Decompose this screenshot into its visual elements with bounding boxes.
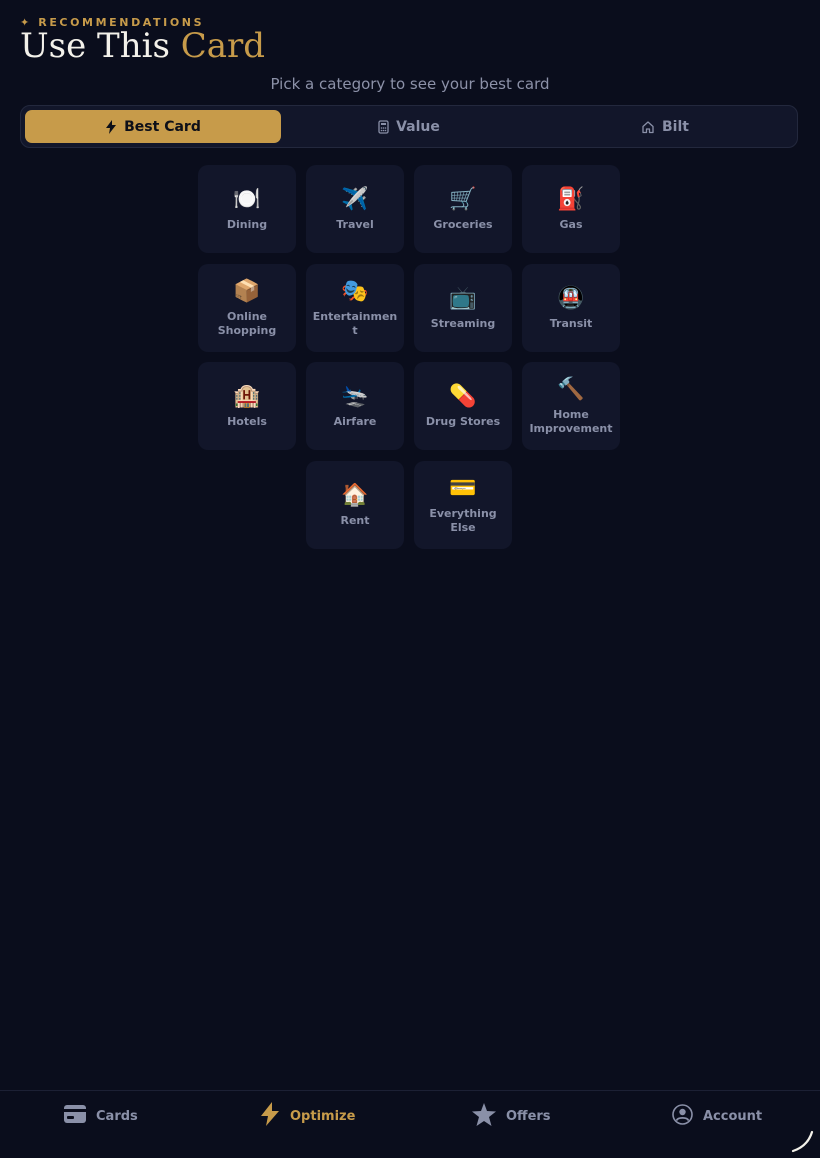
cart-icon: 🛒: [449, 187, 477, 212]
calculator-icon: [378, 119, 389, 134]
category-tile-home-improvement[interactable]: 🔨 Home Improvement: [522, 362, 620, 450]
resize-handle-icon[interactable]: [790, 1128, 816, 1154]
category-label: Rent: [340, 514, 370, 527]
nav-label: Cards: [96, 1108, 138, 1124]
tab-best-card[interactable]: Best Card: [25, 110, 281, 143]
category-label: Everything Else: [429, 507, 497, 534]
user-circle-icon: [672, 1103, 693, 1129]
tab-bilt[interactable]: Bilt: [537, 110, 793, 143]
category-label: Online Shopping: [217, 310, 277, 337]
package-icon: 📦: [233, 279, 261, 304]
page-subtitle: Pick a category to see your best card: [270, 75, 550, 93]
category-label: Groceries: [433, 218, 493, 231]
category-tile-streaming[interactable]: 📺 Streaming: [414, 264, 512, 352]
bottom-nav: Cards Optimize Offers Account: [0, 1090, 820, 1158]
metro-icon: 🚇: [557, 286, 585, 311]
nav-item-offers[interactable]: Offers: [472, 1102, 551, 1130]
category-label: Streaming: [430, 317, 496, 330]
category-tile-airfare[interactable]: 🛬 Airfare: [306, 362, 404, 450]
category-label: Entertainment: [312, 310, 398, 337]
pill-icon: 💊: [449, 384, 477, 409]
category-label: Gas: [559, 218, 583, 231]
category-label: Travel: [336, 218, 374, 231]
home-icon: [641, 120, 655, 134]
television-icon: 📺: [449, 286, 477, 311]
category-label: Home Improvement: [529, 408, 613, 435]
bolt-icon: [105, 119, 117, 134]
tab-label: Value: [396, 118, 440, 135]
title-accent: Card: [180, 26, 266, 66]
hammer-icon: 🔨: [557, 377, 585, 402]
screen: ✦ RECOMMENDATIONS Use This Card Pick a c…: [0, 0, 820, 1158]
category-label: Drug Stores: [425, 415, 501, 428]
bolt-icon: [260, 1102, 280, 1130]
hotel-icon: 🏨: [233, 384, 261, 409]
page-title: Use This Card: [20, 26, 265, 66]
category-tile-dining[interactable]: 🍽️ Dining: [198, 165, 296, 253]
star-icon: [472, 1102, 496, 1130]
category-tile-online-shopping[interactable]: 📦 Online Shopping: [198, 264, 296, 352]
tab-value[interactable]: Value: [281, 110, 537, 143]
nav-label: Account: [703, 1108, 763, 1124]
category-label: Hotels: [227, 415, 267, 428]
category-tile-transit[interactable]: 🚇 Transit: [522, 264, 620, 352]
category-label: Transit: [549, 317, 593, 330]
category-tile-gas[interactable]: ⛽ Gas: [522, 165, 620, 253]
card-icon: [64, 1105, 86, 1127]
category-tile-groceries[interactable]: 🛒 Groceries: [414, 165, 512, 253]
title-main: Use This: [20, 26, 181, 66]
nav-label: Optimize: [290, 1108, 356, 1124]
category-tile-travel[interactable]: ✈️ Travel: [306, 165, 404, 253]
nav-item-cards[interactable]: Cards: [64, 1103, 138, 1129]
nav-item-optimize[interactable]: Optimize: [260, 1102, 356, 1130]
credit-card-icon: 💳: [449, 476, 477, 501]
airplane-arrival-icon: 🛬: [341, 384, 369, 409]
dining-icon: 🍽️: [233, 187, 261, 212]
category-label: Dining: [226, 218, 268, 231]
nav-label: Offers: [506, 1108, 551, 1124]
house-icon: 🏠: [341, 483, 369, 508]
category-tile-everything-else[interactable]: 💳 Everything Else: [414, 461, 512, 549]
category-tile-rent[interactable]: 🏠 Rent: [306, 461, 404, 549]
mode-tabs: Best Card Value Bilt: [20, 105, 798, 148]
tab-label: Best Card: [124, 118, 201, 135]
tab-label: Bilt: [662, 118, 689, 135]
category-tile-hotels[interactable]: 🏨 Hotels: [198, 362, 296, 450]
category-label: Airfare: [333, 415, 377, 428]
fuel-pump-icon: ⛽: [557, 187, 585, 212]
category-tile-entertainment[interactable]: 🎭 Entertainment: [306, 264, 404, 352]
category-tile-drug-stores[interactable]: 💊 Drug Stores: [414, 362, 512, 450]
nav-item-account[interactable]: Account: [672, 1103, 762, 1129]
theater-masks-icon: 🎭: [341, 279, 369, 304]
airplane-icon: ✈️: [341, 187, 369, 212]
